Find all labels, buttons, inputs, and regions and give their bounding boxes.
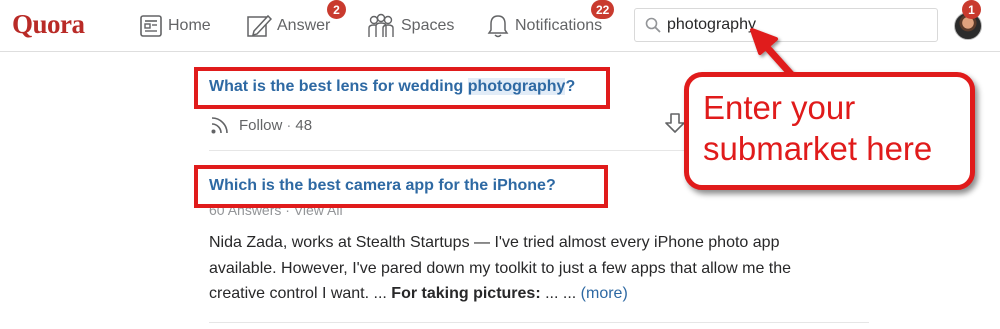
callout-line-1: Enter your: [703, 89, 856, 126]
callout-line-2: submarket here: [703, 130, 933, 167]
annotation-callout: Enter your submarket here: [684, 72, 975, 190]
